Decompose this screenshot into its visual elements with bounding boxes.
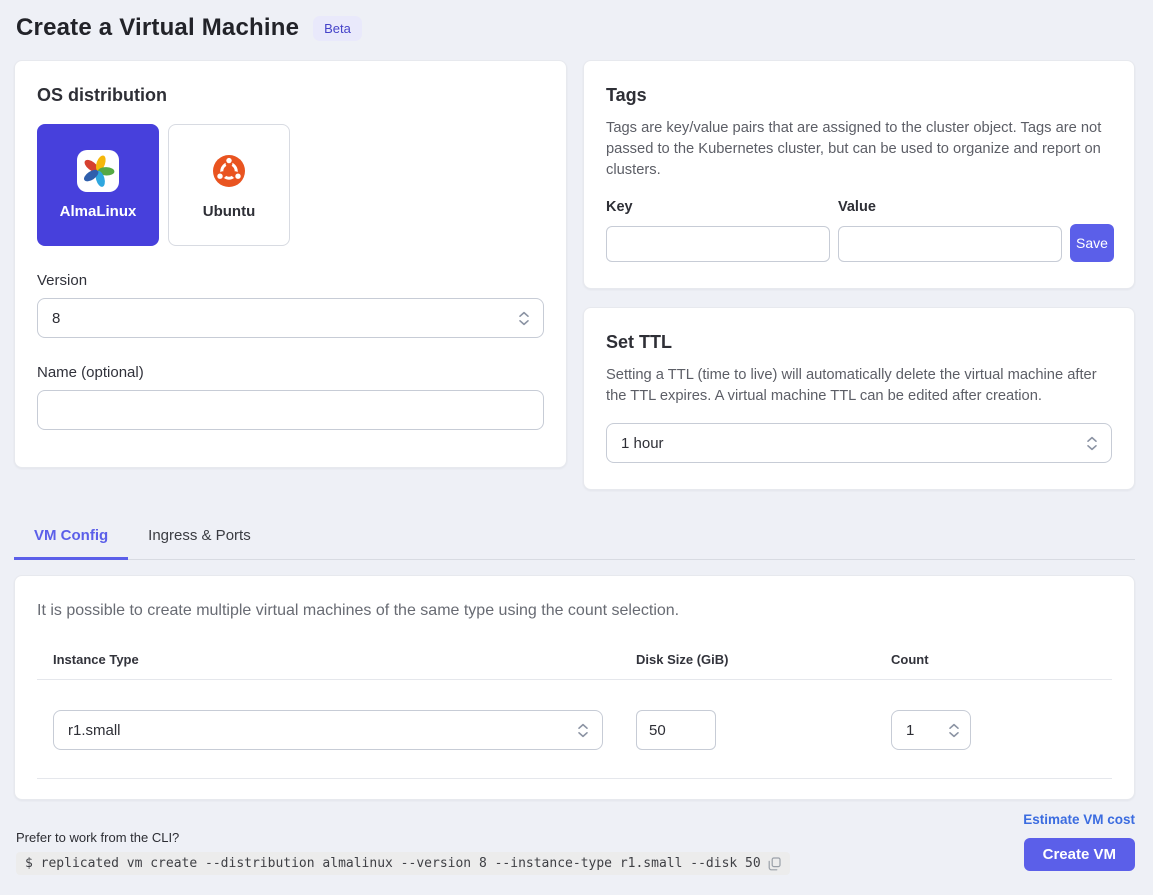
os-card-title: OS distribution xyxy=(37,85,544,106)
cli-command-block: $ replicated vm create --distribution al… xyxy=(16,852,790,875)
set-ttl-card: Set TTL Setting a TTL (time to live) wil… xyxy=(583,307,1135,491)
tags-card-description: Tags are key/value pairs that are assign… xyxy=(606,118,1112,181)
vm-config-intro: It is possible to create multiple virtua… xyxy=(37,602,1112,620)
instance-type-cell: r1.small xyxy=(53,710,636,750)
cli-command-text: $ replicated vm create --distribution al… xyxy=(25,856,761,871)
top-grid: OS distribution xyxy=(14,60,1135,490)
version-select-value: 8 xyxy=(52,310,60,327)
tag-key-label: Key xyxy=(606,199,830,215)
tags-card: Tags Tags are key/value pairs that are a… xyxy=(583,60,1135,289)
tag-value-column: Value xyxy=(838,199,1062,262)
chevron-updown-icon xyxy=(948,723,960,738)
os-distribution-card: OS distribution xyxy=(14,60,567,468)
page-header: Create a Virtual Machine Beta xyxy=(16,14,1135,42)
cli-label: Prefer to work from the CLI? xyxy=(16,830,790,845)
version-select[interactable]: 8 xyxy=(37,298,544,338)
ubuntu-logo-icon xyxy=(208,150,250,192)
copy-icon[interactable] xyxy=(768,857,781,871)
tab-ingress-ports[interactable]: Ingress & Ports xyxy=(128,517,271,560)
footer-actions: Estimate VM cost Create VM xyxy=(1023,812,1135,871)
vm-table: Instance Type Disk Size (GiB) Count r1.s… xyxy=(37,652,1112,779)
tag-form: Key Value Save xyxy=(606,199,1112,262)
tab-vm-config[interactable]: VM Config xyxy=(14,517,128,560)
distro-tiles: AlmaLinux xyxy=(37,124,544,246)
tab-bar: VM Config Ingress & Ports xyxy=(14,517,1135,560)
distro-tile-label: Ubuntu xyxy=(203,203,255,220)
chevron-updown-icon xyxy=(577,723,589,738)
distro-tile-ubuntu[interactable]: Ubuntu xyxy=(168,124,290,246)
column-header-disk-size: Disk Size (GiB) xyxy=(636,652,891,667)
name-label: Name (optional) xyxy=(37,364,544,381)
create-vm-button[interactable]: Create VM xyxy=(1024,838,1135,871)
tag-value-label: Value xyxy=(838,199,1062,215)
column-header-count: Count xyxy=(891,652,1096,667)
name-input[interactable] xyxy=(37,390,544,430)
instance-type-select[interactable]: r1.small xyxy=(53,710,603,750)
cli-section: Prefer to work from the CLI? $ replicate… xyxy=(16,830,790,875)
count-cell: 1 xyxy=(891,710,1096,750)
tag-key-column: Key xyxy=(606,199,830,262)
create-vm-page: Create a Virtual Machine Beta OS distrib… xyxy=(0,0,1153,895)
tags-card-title: Tags xyxy=(606,85,1112,106)
vm-config-card: It is possible to create multiple virtua… xyxy=(14,575,1135,800)
ttl-card-title: Set TTL xyxy=(606,332,1112,353)
footer: Prefer to work from the CLI? $ replicate… xyxy=(14,812,1135,875)
disk-size-cell xyxy=(636,710,891,750)
save-tag-button[interactable]: Save xyxy=(1070,224,1114,262)
beta-badge: Beta xyxy=(313,16,362,41)
tag-value-input[interactable] xyxy=(838,226,1062,262)
tag-key-input[interactable] xyxy=(606,226,830,262)
ttl-select-value: 1 hour xyxy=(621,435,664,452)
vm-table-row: r1.small 1 xyxy=(37,680,1112,779)
instance-type-value: r1.small xyxy=(68,722,121,739)
vm-table-header: Instance Type Disk Size (GiB) Count xyxy=(37,652,1112,680)
ttl-card-description: Setting a TTL (time to live) will automa… xyxy=(606,365,1112,407)
disk-size-input[interactable] xyxy=(636,710,716,750)
count-value: 1 xyxy=(906,722,914,739)
page-title: Create a Virtual Machine xyxy=(16,14,299,42)
right-column: Tags Tags are key/value pairs that are a… xyxy=(583,60,1135,490)
count-stepper[interactable]: 1 xyxy=(891,710,971,750)
ttl-select[interactable]: 1 hour xyxy=(606,423,1112,463)
chevron-updown-icon xyxy=(1086,436,1098,451)
distro-tile-label: AlmaLinux xyxy=(60,203,137,220)
estimate-vm-cost-link[interactable]: Estimate VM cost xyxy=(1023,812,1135,827)
chevron-updown-icon xyxy=(518,311,530,326)
distro-tile-almalinux[interactable]: AlmaLinux xyxy=(37,124,159,246)
version-label: Version xyxy=(37,272,544,289)
almalinux-logo-icon xyxy=(77,150,119,192)
column-header-instance-type: Instance Type xyxy=(53,652,636,667)
